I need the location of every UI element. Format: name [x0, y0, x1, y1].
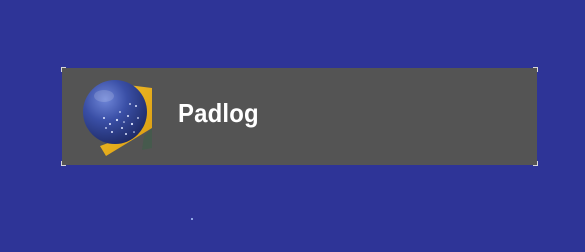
app-label: Padlog [178, 98, 259, 128]
selection-corner-bottom-right [533, 161, 538, 166]
desktop-speck [191, 218, 193, 220]
selection-corner-top-left [61, 67, 66, 72]
app-tile-padlog[interactable]: Padlog [61, 67, 538, 166]
padlog-globe-folder-icon[interactable] [82, 76, 156, 156]
desktop-background: Padlog [0, 0, 585, 252]
selection-corner-top-right [533, 67, 538, 72]
selection-corner-bottom-left [61, 161, 66, 166]
